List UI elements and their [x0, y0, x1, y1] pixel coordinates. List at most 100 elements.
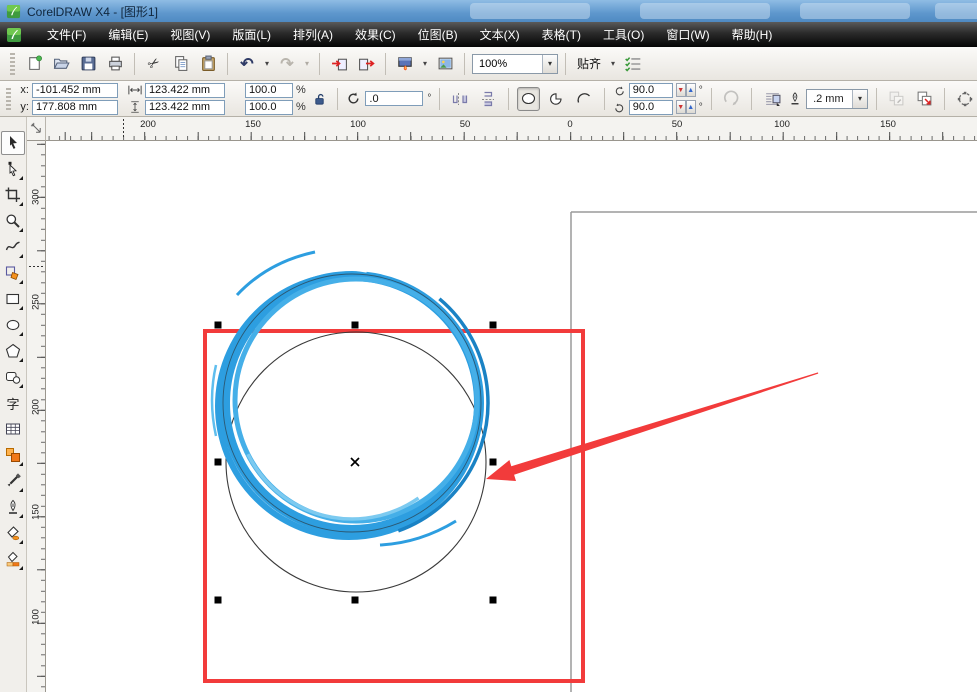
- zoom-tool[interactable]: [1, 208, 25, 234]
- to-back-of-layer-button[interactable]: [885, 87, 909, 111]
- document-menu-icon[interactable]: [6, 27, 22, 43]
- open-button[interactable]: [49, 52, 73, 76]
- y-position-field[interactable]: 177.808 mm: [32, 100, 118, 115]
- mirror-horizontal-button[interactable]: [448, 87, 472, 111]
- application-launcher-dropdown[interactable]: ▾: [420, 59, 430, 68]
- menu-help[interactable]: 帮助(H): [721, 22, 784, 47]
- copy-button[interactable]: [169, 52, 193, 76]
- crop-icon: [5, 187, 21, 203]
- hruler-label: 50: [672, 119, 683, 130]
- undo-button[interactable]: ↶: [235, 52, 259, 76]
- snap-to-label[interactable]: 贴齐: [573, 55, 605, 72]
- eyedropper-tool[interactable]: [1, 468, 25, 494]
- object-width-field[interactable]: 123.422 mm: [145, 83, 225, 98]
- rotation-angle-field[interactable]: .0: [365, 91, 423, 106]
- toolbar-grip[interactable]: [10, 53, 15, 75]
- save-button[interactable]: [76, 52, 100, 76]
- propbar-grip[interactable]: [6, 88, 11, 110]
- menu-bitmaps[interactable]: 位图(B): [407, 22, 469, 47]
- import-button[interactable]: [327, 52, 351, 76]
- lock-ratio-button[interactable]: [310, 87, 330, 111]
- scale-vertical-field[interactable]: 100.0: [245, 100, 293, 115]
- menu-text[interactable]: 文本(X): [469, 22, 531, 47]
- arc-mode-button[interactable]: [572, 87, 596, 111]
- rectangle-tool[interactable]: [1, 286, 25, 312]
- interactive-fill-tool[interactable]: [1, 546, 25, 572]
- horizontal-ruler[interactable]: 200 150 100 50 0 50 100 150: [46, 117, 977, 141]
- pick-tool[interactable]: [1, 131, 25, 155]
- zoom-level-combo[interactable]: 100% ▾: [472, 54, 558, 74]
- print-button[interactable]: [103, 52, 127, 76]
- start-angle-spin-down[interactable]: ▼: [676, 83, 686, 97]
- crop-tool[interactable]: [1, 182, 25, 208]
- outline-width-combo[interactable]: .2 mm ▾: [806, 89, 868, 109]
- object-height-field[interactable]: 123.422 mm: [145, 100, 225, 115]
- ruler-origin-box[interactable]: [27, 117, 46, 141]
- shape-tool[interactable]: [1, 156, 25, 182]
- toolbar-separator: [319, 53, 320, 75]
- redo-button[interactable]: ↷: [275, 52, 299, 76]
- menu-window[interactable]: 窗口(W): [655, 22, 720, 47]
- vertical-ruler[interactable]: 300 250 200 150 100: [27, 141, 46, 692]
- scale-horizontal-field[interactable]: 100.0: [245, 83, 293, 98]
- vruler-page-edge-mark: [29, 266, 44, 267]
- ellipse-tool[interactable]: [1, 312, 25, 338]
- scissors-icon: ✂: [144, 53, 163, 74]
- end-angle-field[interactable]: 90.0: [629, 100, 673, 115]
- export-button[interactable]: [354, 52, 378, 76]
- welcome-screen-button[interactable]: [433, 52, 457, 76]
- smart-fill-tool[interactable]: [1, 260, 25, 286]
- pie-mode-icon: [548, 91, 564, 107]
- menu-tools[interactable]: 工具(O): [592, 22, 655, 47]
- menu-layout[interactable]: 版面(L): [221, 22, 282, 47]
- snap-to-dropdown[interactable]: ▾: [608, 59, 618, 68]
- zoom-combo-dropdown[interactable]: ▾: [542, 55, 557, 73]
- wrap-paragraph-text-button[interactable]: [760, 87, 784, 111]
- fill-tool[interactable]: [1, 520, 25, 546]
- freehand-curve-icon: [5, 239, 21, 255]
- to-front-of-layer-button[interactable]: [913, 87, 937, 111]
- new-document-button[interactable]: [22, 52, 46, 76]
- outline-pen-tool[interactable]: [1, 494, 25, 520]
- basic-shapes-tool[interactable]: [1, 364, 25, 390]
- redo-dropdown[interactable]: ▾: [302, 59, 312, 68]
- paste-button[interactable]: [196, 52, 220, 76]
- vruler-label: 150: [30, 504, 41, 520]
- application-launcher-button[interactable]: [393, 52, 417, 76]
- menu-table[interactable]: 表格(T): [531, 22, 592, 47]
- options-button[interactable]: [621, 52, 645, 76]
- rotation-icon: [346, 91, 361, 106]
- selection-center-marker[interactable]: [351, 458, 359, 466]
- table-tool[interactable]: [1, 416, 25, 442]
- mirror-vertical-button[interactable]: [476, 87, 500, 111]
- x-position-field[interactable]: -101.452 mm: [32, 83, 118, 98]
- text-tool[interactable]: 字: [1, 390, 25, 416]
- menu-arrange[interactable]: 排列(A): [282, 22, 344, 47]
- ellipse-mode-icon: [520, 91, 537, 106]
- outline-width-dropdown[interactable]: ▾: [852, 90, 867, 108]
- title-bar[interactable]: CorelDRAW X4 - [图形1]: [0, 0, 977, 22]
- menu-effects[interactable]: 效果(C): [344, 22, 407, 47]
- end-angle-spin-up[interactable]: ▲: [686, 100, 696, 114]
- interactive-blend-tool[interactable]: [1, 442, 25, 468]
- start-angle-field[interactable]: 90.0: [629, 83, 673, 98]
- drawing-canvas[interactable]: [46, 141, 977, 692]
- menu-file[interactable]: 文件(F): [36, 22, 97, 47]
- ellipse-mode-button[interactable]: [517, 87, 541, 111]
- end-angle-spin-down[interactable]: ▼: [676, 100, 686, 114]
- freehand-tool[interactable]: [1, 234, 25, 260]
- polygon-tool[interactable]: [1, 338, 25, 364]
- cut-button[interactable]: ✂: [142, 52, 166, 76]
- change-direction-button[interactable]: [720, 87, 744, 111]
- pie-mode-button[interactable]: [544, 87, 568, 111]
- menu-view[interactable]: 视图(V): [159, 22, 221, 47]
- hruler-label: 0: [567, 119, 572, 130]
- hruler-major-ticks: [46, 132, 977, 140]
- start-angle-spin-up[interactable]: ▲: [686, 83, 696, 97]
- menu-edit[interactable]: 编辑(E): [97, 22, 159, 47]
- brush-ring-artwork[interactable]: [160, 211, 543, 594]
- convert-to-curves-button[interactable]: [953, 87, 977, 111]
- undo-dropdown[interactable]: ▾: [262, 59, 272, 68]
- vruler-label: 100: [30, 609, 41, 625]
- page-border: [571, 212, 977, 692]
